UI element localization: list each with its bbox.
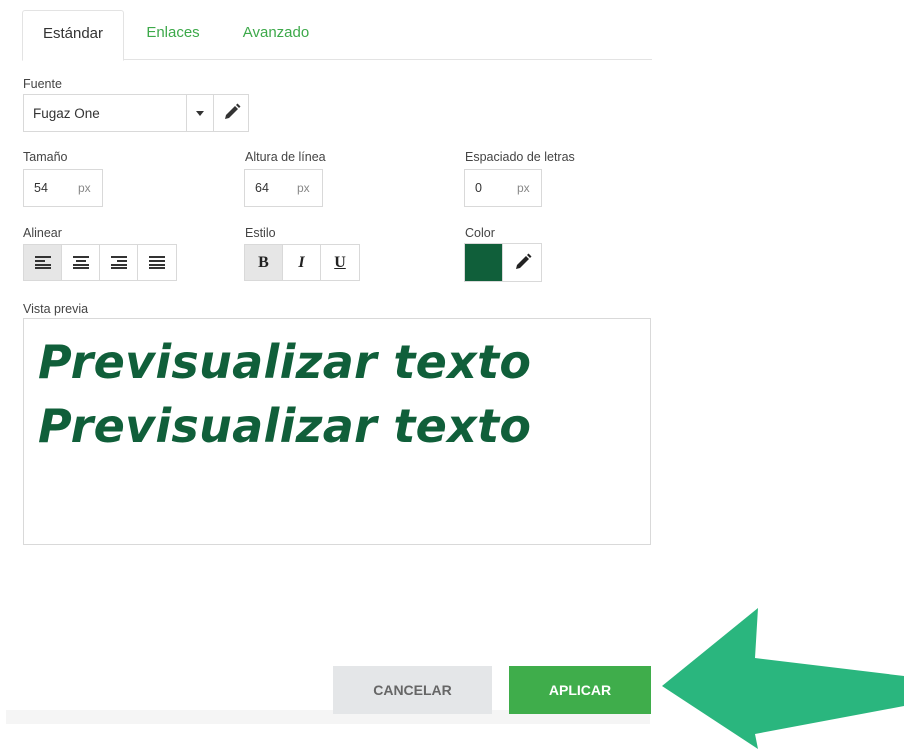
align-right-button[interactable]: [100, 245, 138, 280]
line-height-unit: px: [297, 181, 310, 195]
tab-advanced[interactable]: Avanzado: [236, 10, 316, 60]
preview-line: Previsualizar texto: [38, 399, 532, 453]
line-height-input[interactable]: 64 px: [244, 169, 323, 207]
letter-spacing-value: 0: [475, 181, 482, 195]
size-value: 54: [34, 181, 48, 195]
font-select[interactable]: Fugaz One: [23, 94, 249, 132]
italic-button[interactable]: I: [283, 245, 321, 280]
font-settings-panel: Estándar Enlaces Avanzado Fuente Fugaz O…: [0, 0, 904, 749]
align-right-icon: [111, 256, 127, 269]
bold-button[interactable]: B: [245, 245, 283, 280]
size-input[interactable]: 54 px: [23, 169, 103, 207]
align-button-group: [23, 244, 177, 281]
pencil-icon[interactable]: [502, 244, 541, 281]
font-label: Fuente: [23, 77, 62, 91]
line-height-value: 64: [255, 181, 269, 195]
pencil-icon[interactable]: [214, 95, 248, 131]
letter-spacing-unit: px: [517, 181, 530, 195]
preview-label: Vista previa: [23, 302, 89, 316]
align-center-icon: [73, 256, 89, 269]
size-label: Tamaño: [23, 150, 68, 164]
align-center-button[interactable]: [62, 245, 100, 280]
preview-line: Previsualizar texto: [38, 335, 532, 389]
apply-button[interactable]: APLICAR: [509, 666, 651, 714]
tab-links[interactable]: Enlaces: [142, 10, 204, 60]
align-left-icon: [35, 256, 51, 269]
color-label: Color: [465, 226, 495, 240]
size-unit: px: [78, 181, 91, 195]
style-button-group: B I U: [244, 244, 360, 281]
arrow-icon: [662, 608, 904, 749]
preview-box: Previsualizar texto Previsualizar texto: [23, 318, 651, 545]
style-label: Estilo: [245, 226, 276, 240]
letter-spacing-input[interactable]: 0 px: [464, 169, 542, 207]
letter-spacing-label: Espaciado de letras: [465, 150, 575, 164]
align-left-button[interactable]: [24, 245, 62, 280]
tab-bar: Estándar Enlaces Avanzado: [22, 10, 652, 61]
tab-standard[interactable]: Estándar: [22, 10, 124, 61]
color-picker: [464, 243, 542, 282]
chevron-down-icon[interactable]: [187, 95, 213, 131]
align-label: Alinear: [23, 226, 62, 240]
font-select-value: Fugaz One: [33, 106, 100, 121]
align-justify-icon: [149, 256, 165, 269]
color-swatch[interactable]: [465, 244, 502, 281]
line-height-label: Altura de línea: [245, 150, 326, 164]
align-justify-button[interactable]: [138, 245, 176, 280]
underline-button[interactable]: U: [321, 245, 359, 280]
cancel-button[interactable]: CANCELAR: [333, 666, 492, 714]
